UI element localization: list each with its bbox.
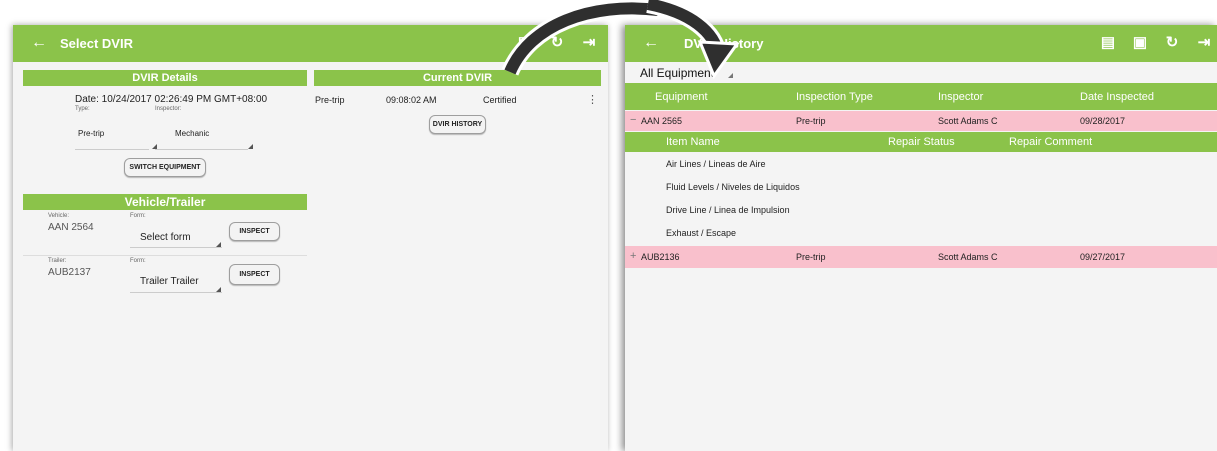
row-inspector: Scott Adams C [938,116,998,126]
row-date: 09/27/2017 [1080,252,1126,262]
refresh-icon[interactable]: ↻ [1163,33,1181,53]
inspect-trailer-button[interactable]: INSPECT [229,264,280,285]
row-equipment: AAN 2565 [641,116,683,126]
row-type: Pre-trip [796,116,826,126]
transition-arrow-icon [501,0,740,80]
list-item: Air Lines / Lineas de Aire [666,159,766,169]
app-bar-actions: ▤ ▣ ↻ ⇥ [1099,33,1213,53]
col-repair-comment: Repair Comment [1009,136,1093,148]
expand-icon[interactable]: + [630,250,636,262]
current-dvir-time: 09:08:02 AM [386,95,437,105]
vehicle-form-dropdown[interactable]: Select form [140,232,191,243]
row-type: Pre-trip [796,252,826,262]
inspector-label: Inspector: [155,106,182,112]
col-repair-status: Repair Status [888,136,955,148]
col-inspector: Inspector [938,91,984,103]
col-date-inspected: Date Inspected [1080,91,1154,103]
col-inspection-type: Inspection Type [796,91,873,103]
type-dropdown[interactable]: Pre-trip [78,129,104,138]
dvir-history-button[interactable]: DVIR HISTORY [429,115,486,134]
items-table-header: Item Name Repair Status Repair Comment [625,132,1217,152]
row-date: 09/28/2017 [1080,116,1126,126]
trailer-form-dropdown[interactable]: Trailer Trailer [140,276,199,287]
page-title: Select DVIR [60,36,133,51]
vehicle-value: AAN 2564 [48,222,94,233]
list-item: Fluid Levels / Niveles de Liquidos [666,182,800,192]
back-arrow-icon[interactable]: ← [31,34,47,52]
trailer-label: Trailer: [48,258,67,264]
trailer-value: AUB2137 [48,267,91,278]
type-label: Type: [75,106,90,112]
form-label-vehicle: Form: [130,213,146,219]
table-row[interactable]: + AUB2136 Pre-trip Scott Adams C 09/27/2… [625,246,1217,268]
dvir-details-header: DVIR Details [23,70,307,86]
message-icon[interactable]: ▤ [1099,33,1117,53]
logout-icon[interactable]: ⇥ [1195,33,1213,53]
inspector-dropdown[interactable]: Mechanic [175,129,209,138]
vehicle-label: Vehicle: [48,213,70,219]
switch-equipment-button[interactable]: SWITCH EQUIPMENT [124,158,206,177]
table-row[interactable]: − AAN 2565 Pre-trip Scott Adams C 09/28/… [625,111,1217,131]
row-equipment: AUB2136 [641,252,680,262]
row-inspector: Scott Adams C [938,252,998,262]
vehicle-trailer-header: Vehicle/Trailer [23,194,307,210]
inspector-dropdown-icon [248,144,253,149]
list-item: Exhaust / Escape [666,228,737,238]
trailer-form-dropdown-icon [216,287,221,292]
current-dvir-type: Pre-trip [315,95,345,105]
equipment-icon[interactable]: ▣ [1131,33,1149,53]
list-item: Drive Line / Linea de Impulsion [666,205,790,215]
col-item-name: Item Name [666,136,720,148]
vehicle-form-dropdown-icon [216,242,221,247]
inspect-vehicle-button[interactable]: INSPECT [229,222,280,241]
form-label-trailer: Form: [130,258,146,264]
collapse-icon[interactable]: − [630,114,636,126]
dvir-date: Date: 10/24/2017 02:26:49 PM GMT+08:00 [75,94,268,105]
